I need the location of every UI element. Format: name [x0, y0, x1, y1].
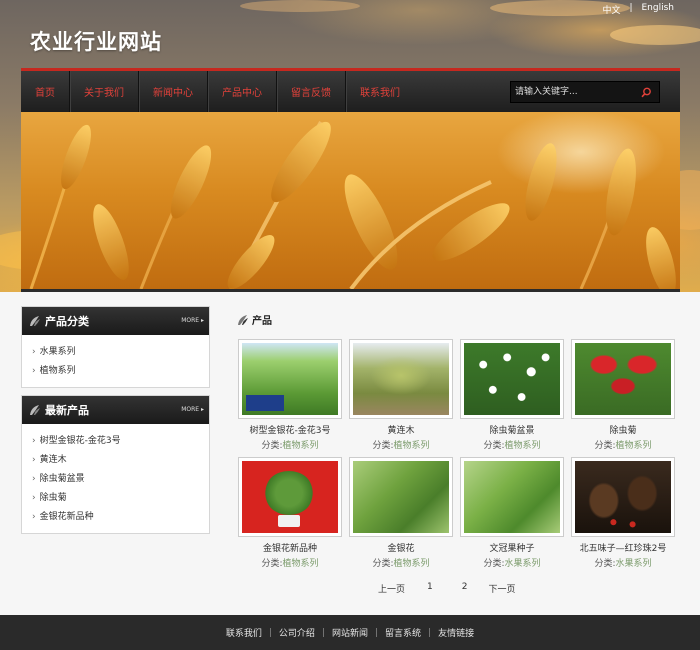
product-card[interactable]: 金银花新品种 分类:植物系列: [238, 457, 342, 570]
product-card[interactable]: 除虫菊 分类:植物系列: [571, 339, 675, 452]
product-category: 分类:植物系列: [261, 441, 319, 451]
product-card[interactable]: 树型金银花-金花3号 分类:植物系列: [238, 339, 342, 452]
lang-english[interactable]: English: [642, 3, 675, 16]
product-thumbnail[interactable]: [460, 339, 564, 419]
product-thumbnail[interactable]: [238, 457, 342, 537]
nav-contact[interactable]: 联系我们: [346, 71, 414, 112]
product-name[interactable]: 金银花: [349, 543, 453, 555]
main-nav: 首页 关于我们 新闻中心 产品中心 留言反馈 联系我们: [21, 68, 680, 112]
footer-link-contact[interactable]: 联系我们: [226, 626, 262, 639]
nav-products[interactable]: 产品中心: [208, 71, 277, 112]
site-title[interactable]: 农业行业网站: [30, 26, 162, 56]
pager-page-1[interactable]: 1: [427, 582, 433, 595]
footer-link-about[interactable]: 公司介绍: [279, 626, 315, 639]
product-thumbnail[interactable]: [349, 339, 453, 419]
product-name[interactable]: 金银花新品种: [238, 543, 342, 555]
search-icon: [640, 87, 651, 97]
category-more-link[interactable]: MORE ▸: [181, 317, 204, 324]
leaf-icon: [30, 405, 40, 415]
product-category: 分类:植物系列: [372, 441, 430, 451]
product-card[interactable]: 北五味子—红珍珠2号 分类:水果系列: [571, 457, 675, 570]
nav-about[interactable]: 关于我们: [70, 71, 139, 112]
wheat-field-image: [29, 121, 676, 289]
product-name[interactable]: 文冠果种子: [460, 543, 564, 555]
product-name[interactable]: 北五味子—红珍珠2号: [571, 543, 675, 555]
footer-link-friends[interactable]: 友情链接: [438, 626, 474, 639]
product-name[interactable]: 树型金银花-金花3号: [238, 425, 342, 437]
product-name[interactable]: 除虫菊盆景: [460, 425, 564, 437]
latest-header: 最新产品 MORE ▸: [22, 396, 209, 424]
product-category: 分类:植物系列: [483, 441, 541, 451]
banner-divider: [21, 289, 680, 292]
latest-more-link[interactable]: MORE ▸: [181, 406, 204, 413]
category-item-plant[interactable]: 植物系列: [32, 362, 209, 381]
product-thumbnail[interactable]: [571, 457, 675, 537]
product-name[interactable]: 黄连木: [349, 425, 453, 437]
category-list: 水果系列 植物系列: [22, 335, 209, 385]
latest-title: 最新产品: [45, 404, 89, 417]
product-card[interactable]: 文冠果种子 分类:水果系列: [460, 457, 564, 570]
latest-products-box: 最新产品 MORE ▸ 树型金银花-金花3号 黄连木 除虫菊盆景 除虫菊 金银花…: [21, 395, 210, 534]
product-thumbnail[interactable]: [349, 457, 453, 537]
latest-item[interactable]: 树型金银花-金花3号: [32, 432, 209, 451]
product-category: 分类:植物系列: [261, 559, 319, 569]
lang-chinese[interactable]: 中文: [602, 3, 620, 16]
product-category: 分类:水果系列: [594, 559, 652, 569]
latest-item[interactable]: 黄连木: [32, 451, 209, 470]
leaf-icon: [238, 314, 248, 325]
pager-next[interactable]: 下一页: [488, 582, 515, 595]
product-card[interactable]: 除虫菊盆景 分类:植物系列: [460, 339, 564, 452]
category-header: 产品分类 MORE ▸: [22, 307, 209, 335]
nav-news[interactable]: 新闻中心: [139, 71, 208, 112]
product-name[interactable]: 除虫菊: [571, 425, 675, 437]
latest-item[interactable]: 除虫菊: [32, 489, 209, 508]
search-input[interactable]: [511, 82, 636, 102]
footer-link-news[interactable]: 网站新闻: [332, 626, 368, 639]
product-thumbnail[interactable]: [238, 339, 342, 419]
latest-item[interactable]: 除虫菊盆景: [32, 470, 209, 489]
category-title: 产品分类: [45, 315, 89, 328]
product-category: 分类:水果系列: [483, 559, 541, 569]
nav-feedback[interactable]: 留言反馈: [277, 71, 346, 112]
product-category: 分类:植物系列: [594, 441, 652, 451]
category-item-fruit[interactable]: 水果系列: [32, 343, 209, 362]
product-thumbnail[interactable]: [460, 457, 564, 537]
search-box: [510, 81, 660, 103]
footer-link-guestbook[interactable]: 留言系统: [385, 626, 421, 639]
products-section-title: 产品: [236, 312, 272, 327]
category-box: 产品分类 MORE ▸ 水果系列 植物系列: [21, 306, 210, 388]
pager-page-2[interactable]: 2: [462, 582, 468, 595]
leaf-icon: [30, 316, 40, 326]
product-category: 分类:植物系列: [372, 559, 430, 569]
pagination: 上一页 1 2 下一页: [378, 582, 516, 595]
footer: 联系我们 | 公司介绍 | 网站新闻 | 留言系统 | 友情链接: [0, 615, 700, 650]
latest-list: 树型金银花-金花3号 黄连木 除虫菊盆景 除虫菊 金银花新品种: [22, 424, 209, 531]
search-button[interactable]: [636, 82, 656, 102]
pager-prev[interactable]: 上一页: [378, 582, 405, 595]
product-card[interactable]: 黄连木 分类:植物系列: [349, 339, 453, 452]
product-thumbnail[interactable]: [571, 339, 675, 419]
language-switch: 中文 | English: [602, 3, 674, 16]
nav-home[interactable]: 首页: [21, 71, 70, 112]
latest-item[interactable]: 金银花新品种: [32, 508, 209, 527]
product-card[interactable]: 金银花 分类:植物系列: [349, 457, 453, 570]
hero-banner: [21, 112, 680, 289]
